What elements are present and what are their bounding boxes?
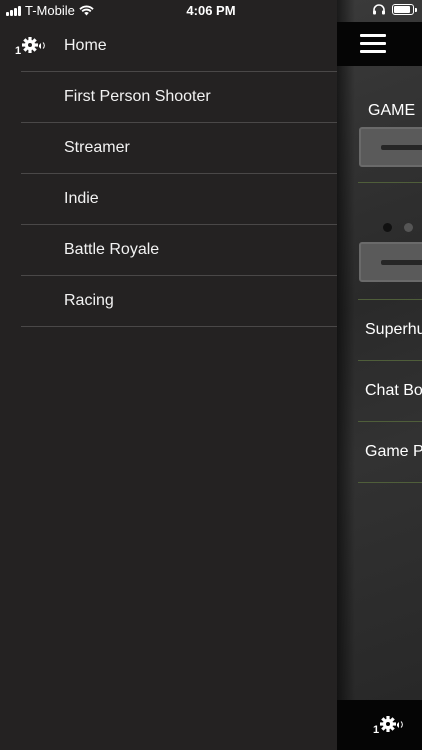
pager-dot bbox=[383, 223, 392, 232]
hamburger-icon[interactable] bbox=[360, 34, 386, 54]
drawer-item-label: Racing bbox=[64, 292, 114, 309]
slot-bar bbox=[381, 260, 422, 265]
gear-volume-icon: 1 bbox=[15, 37, 45, 57]
pager-dot bbox=[404, 223, 413, 232]
divider bbox=[358, 482, 422, 483]
game-slot-1[interactable] bbox=[359, 127, 422, 167]
game-slot-2[interactable] bbox=[359, 242, 422, 282]
divider bbox=[358, 299, 422, 300]
drawer-item-racing[interactable]: Racing bbox=[21, 276, 337, 327]
pager-dots[interactable] bbox=[383, 223, 413, 232]
section-title: GAME bbox=[368, 102, 416, 119]
divider bbox=[358, 360, 422, 361]
main-row-game[interactable]: Game P bbox=[365, 443, 422, 461]
headphones-icon bbox=[373, 4, 385, 15]
status-bar: T-Mobile 4:06 PM bbox=[0, 0, 422, 22]
divider bbox=[358, 182, 422, 183]
drawer-item-indie[interactable]: Indie bbox=[21, 174, 337, 225]
status-right bbox=[372, 3, 417, 15]
side-drawer: 1 Home First Person Shooter Streamer Ind… bbox=[0, 0, 337, 750]
drawer-item-battle-royale[interactable]: Battle Royale bbox=[21, 225, 337, 276]
drawer-menu: 1 Home First Person Shooter Streamer Ind… bbox=[0, 21, 337, 327]
slot-bar bbox=[381, 145, 422, 150]
drawer-item-streamer[interactable]: Streamer bbox=[21, 123, 337, 174]
main-row-superhu[interactable]: Superhu bbox=[365, 321, 422, 339]
svg-text:1: 1 bbox=[373, 724, 379, 736]
gear-volume-icon[interactable]: 1 bbox=[373, 713, 405, 737]
drawer-item-label: Indie bbox=[64, 190, 99, 207]
drawer-item-first-person-shooter[interactable]: First Person Shooter bbox=[21, 72, 337, 123]
status-time: 4:06 PM bbox=[186, 3, 236, 18]
drawer-item-label: Battle Royale bbox=[64, 241, 160, 258]
main-panel: GAME Superhu Chat Bo Game P 1 bbox=[337, 0, 422, 750]
drawer-item-label: First Person Shooter bbox=[64, 88, 211, 105]
main-row-chat[interactable]: Chat Bo bbox=[365, 382, 422, 400]
divider bbox=[358, 421, 422, 422]
drawer-item-label: Home bbox=[64, 37, 107, 54]
battery-icon bbox=[392, 3, 417, 15]
top-nav-bar bbox=[337, 22, 422, 66]
drawer-item-label: Streamer bbox=[64, 139, 130, 156]
drawer-item-home[interactable]: 1 Home bbox=[15, 21, 337, 72]
svg-text:1: 1 bbox=[15, 45, 21, 57]
bottom-bar: 1 bbox=[337, 700, 422, 750]
